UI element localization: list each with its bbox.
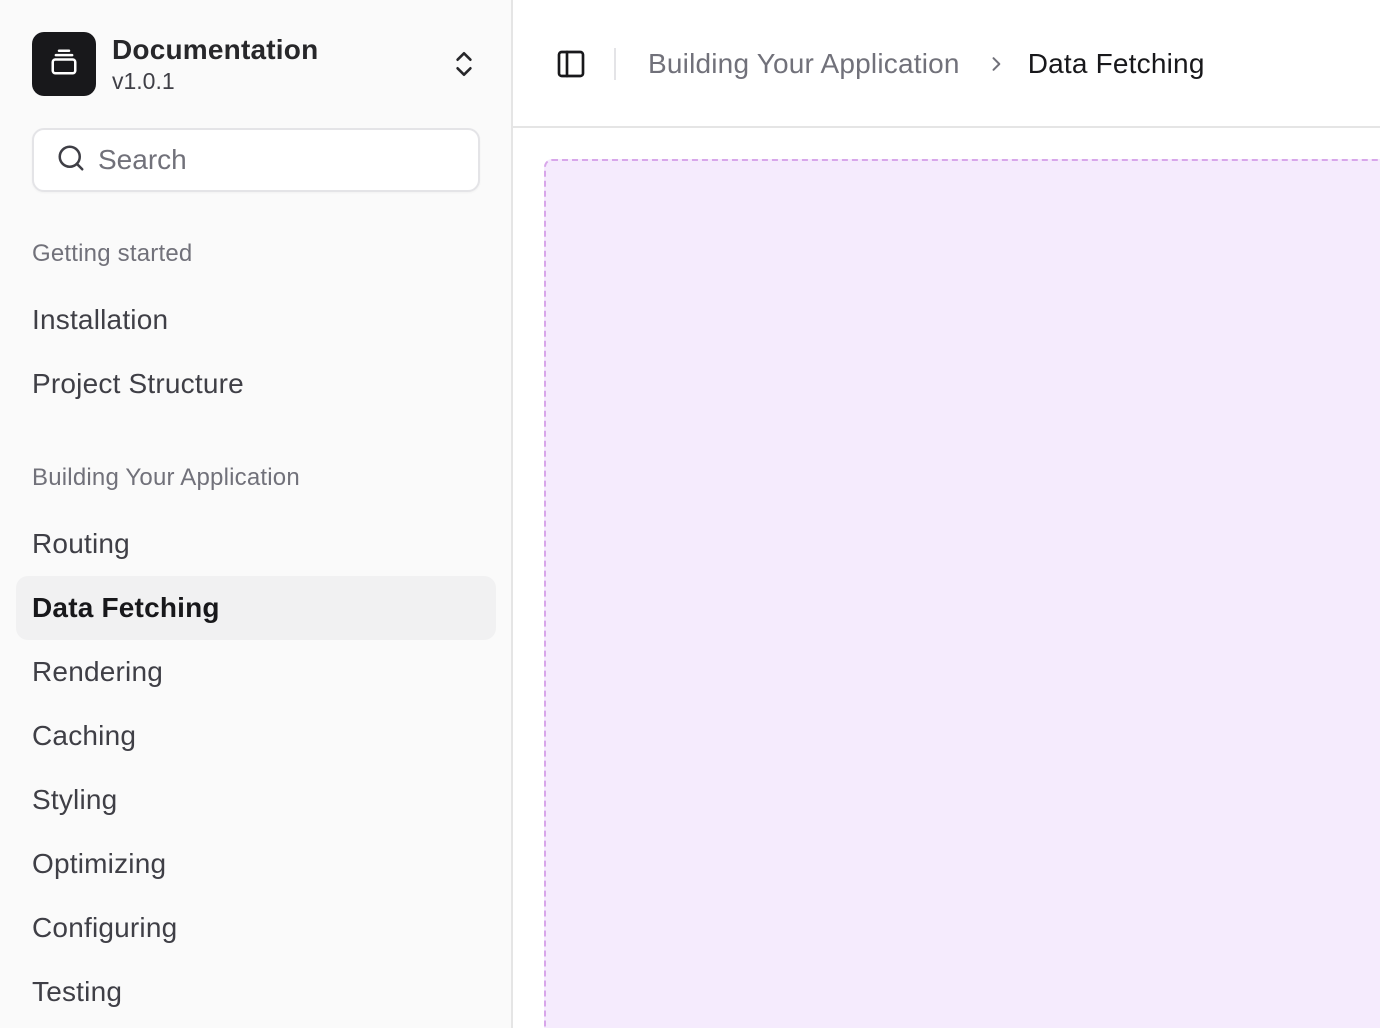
sidebar-item-optimizing[interactable]: Optimizing (16, 832, 496, 896)
sidebar-item-project-structure[interactable]: Project Structure (16, 352, 496, 416)
breadcrumb-parent-link[interactable]: Building Your Application (648, 48, 960, 80)
sidebar-item-routing[interactable]: Routing (16, 512, 496, 576)
chevrons-up-down-icon[interactable] (448, 48, 480, 80)
chevron-right-icon (986, 52, 1006, 76)
team-name: Documentation (112, 34, 319, 65)
sidebar-item-caching[interactable]: Caching (16, 704, 496, 768)
group-label-getting-started: Getting started (32, 240, 193, 267)
panel-left-icon[interactable] (555, 48, 587, 80)
sidebar-item-rendering[interactable]: Rendering (16, 640, 496, 704)
search-input[interactable] (98, 144, 458, 176)
sidebar: Documentation v1.0.1 Getting started Ins… (0, 0, 513, 1028)
stack-icon (49, 47, 79, 82)
app-shell: Documentation v1.0.1 Getting started Ins… (0, 0, 1380, 1028)
sidebar-item-testing[interactable]: Testing (16, 960, 496, 1024)
sidebar-item-configuring[interactable]: Configuring (16, 896, 496, 960)
team-text: Documentation v1.0.1 (112, 33, 448, 95)
team-version: v1.0.1 (112, 68, 175, 94)
header-divider (614, 48, 616, 80)
top-header: Building Your Application Data Fetching (513, 0, 1380, 128)
team-logo (32, 32, 96, 96)
search-icon (56, 143, 86, 178)
main-content: Building Your Application Data Fetching (513, 0, 1380, 1028)
content-placeholder (544, 159, 1380, 1028)
team-switcher[interactable]: Documentation v1.0.1 (32, 32, 480, 96)
sidebar-item-data-fetching[interactable]: Data Fetching (16, 576, 496, 640)
breadcrumb: Building Your Application Data Fetching (648, 44, 1205, 84)
search-box[interactable] (32, 128, 480, 192)
sidebar-item-styling[interactable]: Styling (16, 768, 496, 832)
breadcrumb-current-page: Data Fetching (1027, 48, 1205, 79)
sidebar-item-installation[interactable]: Installation (16, 288, 496, 352)
group-label-building-your-application: Building Your Application (32, 464, 300, 491)
